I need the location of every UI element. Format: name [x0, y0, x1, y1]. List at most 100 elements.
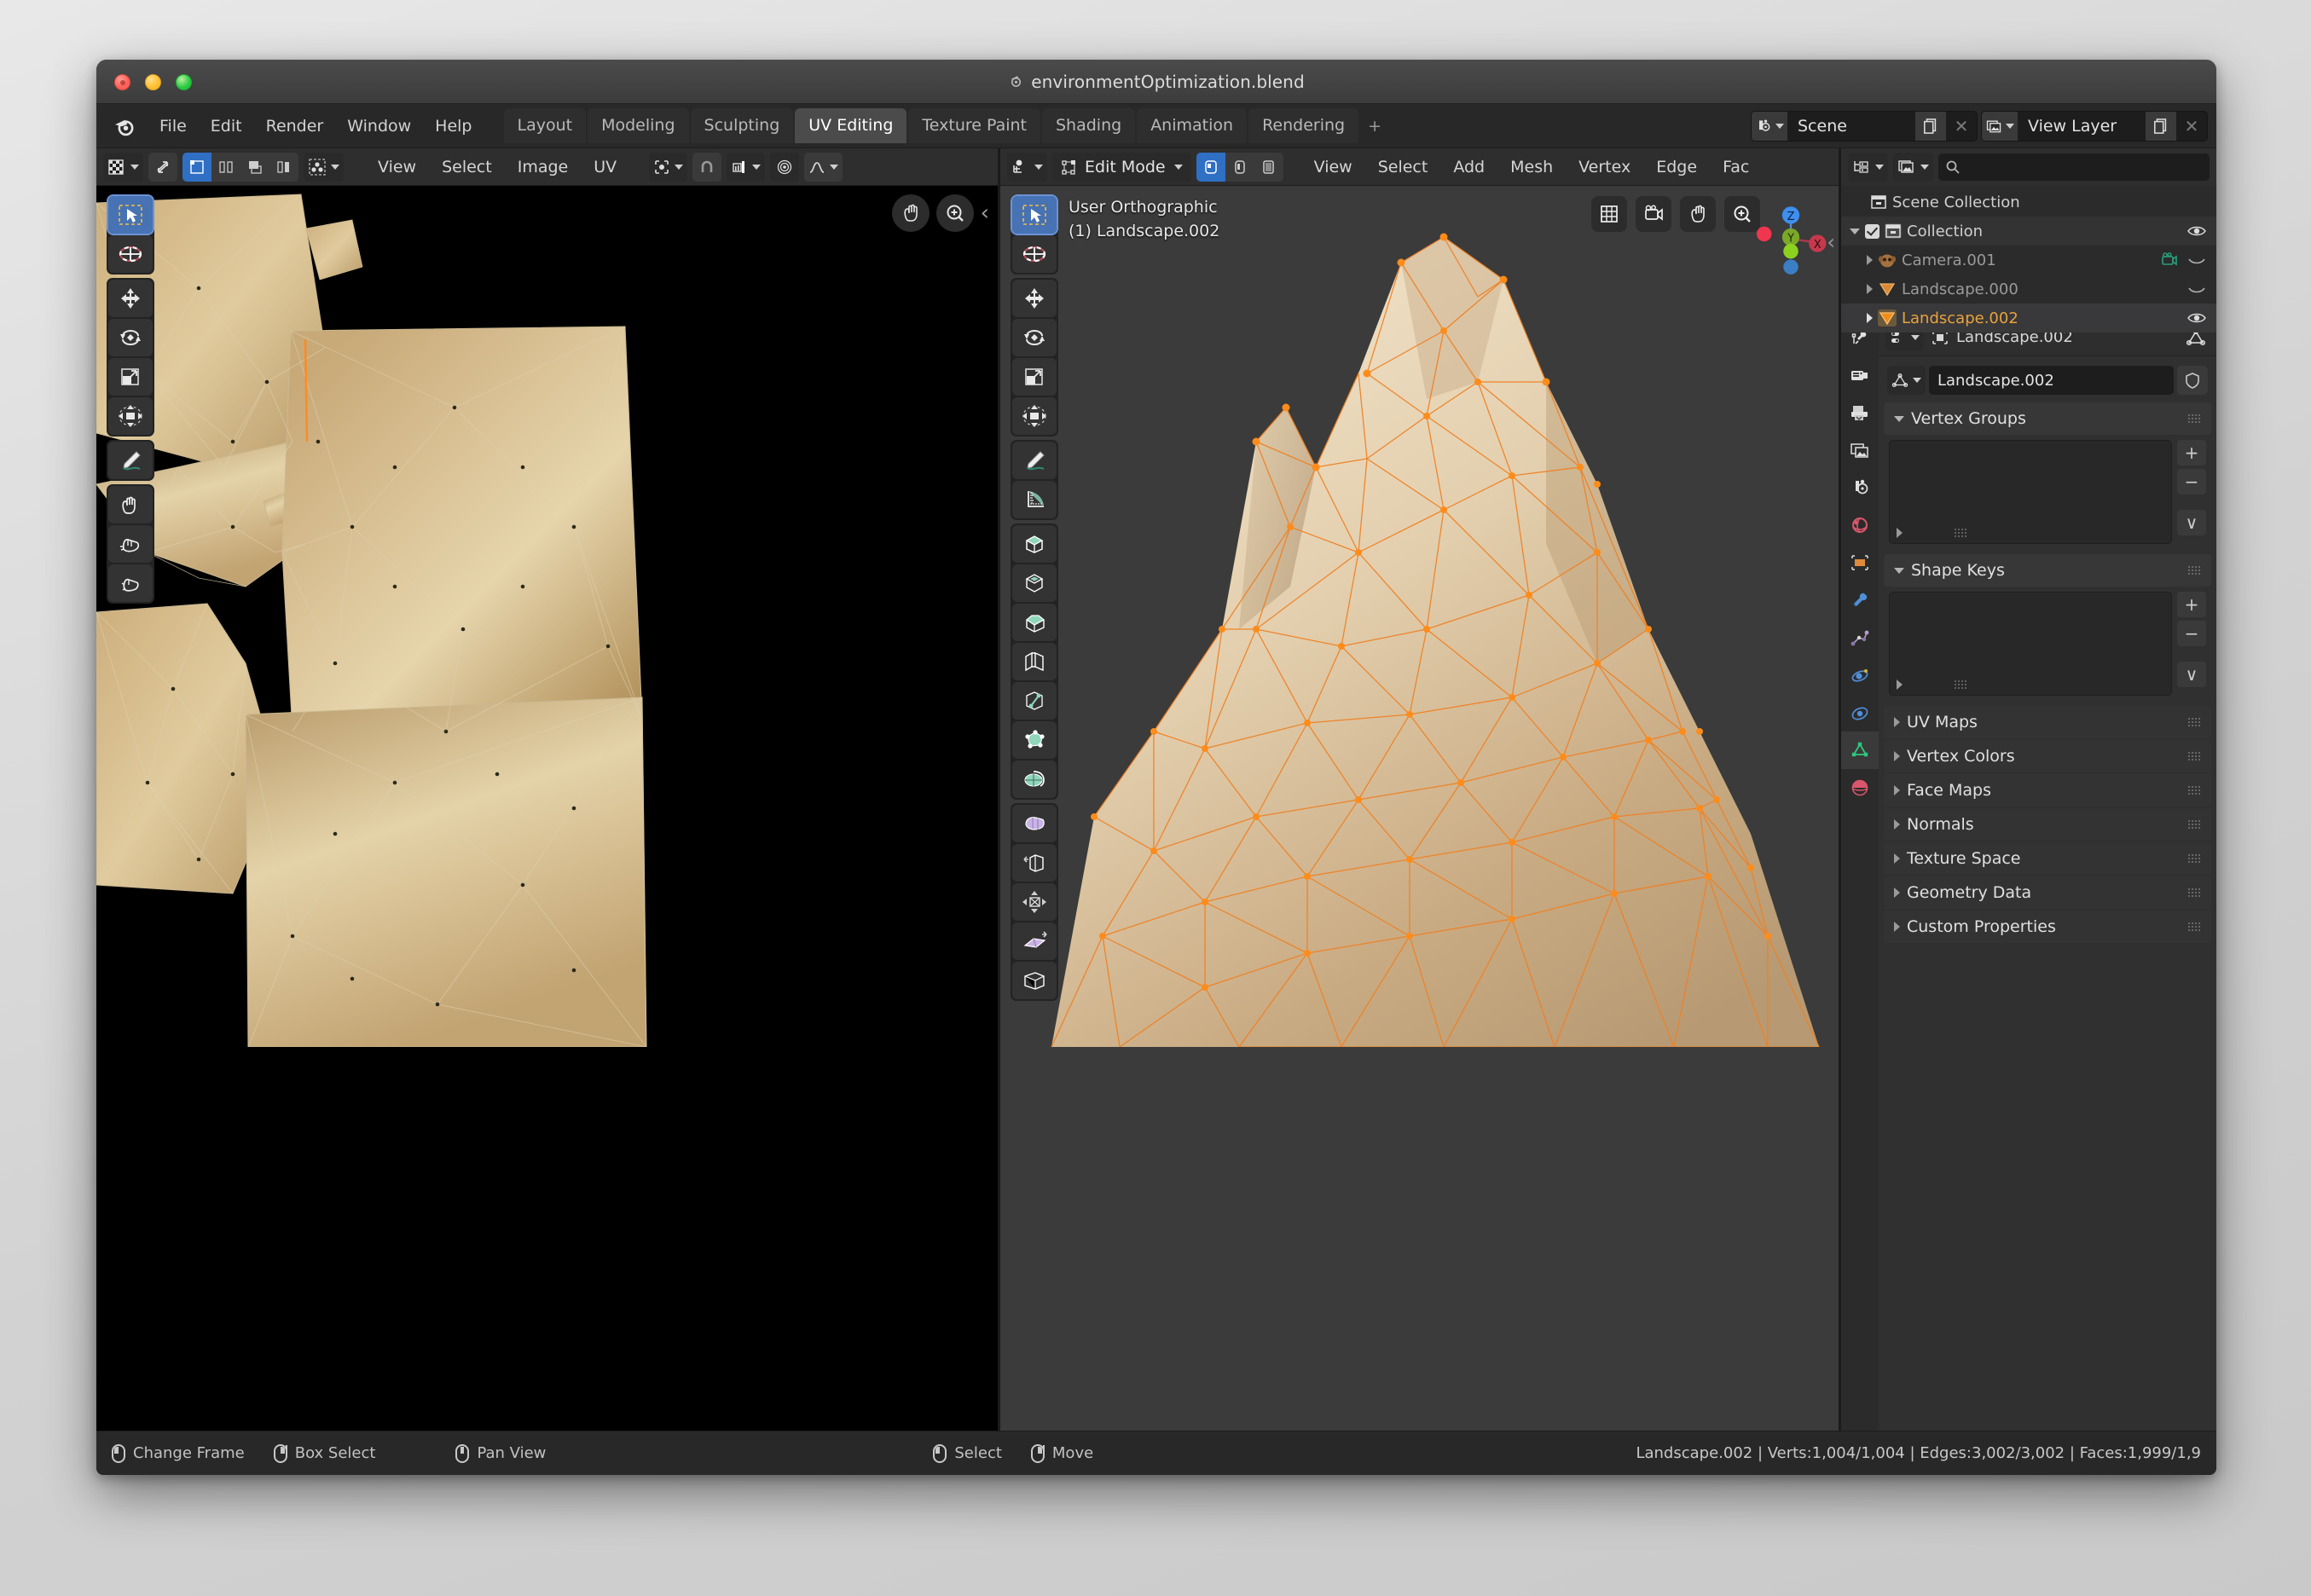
- remove-shape-key-button[interactable]: −: [2177, 621, 2206, 646]
- shape-key-specials-button[interactable]: ∨: [2177, 662, 2206, 687]
- workspace-tab-animation[interactable]: Animation: [1137, 108, 1248, 143]
- properties-tab-modifier[interactable]: [1841, 581, 1879, 619]
- vp-tool-poly-build[interactable]: [1012, 721, 1057, 759]
- uv-select-mode-island[interactable]: [269, 153, 298, 182]
- uv-editor-type-button[interactable]: [103, 152, 143, 182]
- remove-view-layer-button[interactable]: ✕: [2176, 112, 2207, 141]
- workspace-tab-texture-paint[interactable]: Texture Paint: [908, 108, 1040, 143]
- view-layer-icon[interactable]: [1982, 111, 2018, 141]
- uv-menu-uv[interactable]: UV: [583, 153, 627, 182]
- properties-tab-render[interactable]: [1841, 356, 1879, 394]
- vp-tool-extrude-region[interactable]: [1012, 525, 1057, 563]
- vp-tool-inset-faces[interactable]: [1012, 564, 1057, 602]
- mesh-data-name-field[interactable]: Landscape.002: [1929, 366, 2174, 395]
- viewport-sidebar-toggle[interactable]: ‹: [1827, 230, 1835, 254]
- vp-tool-loop-cut[interactable]: [1012, 643, 1057, 680]
- properties-tab-material[interactable]: [1841, 769, 1879, 807]
- uv-tool-rotate[interactable]: [108, 319, 153, 356]
- vp-tool-smooth[interactable]: [1012, 805, 1057, 842]
- eye-open-icon[interactable]: [2187, 311, 2206, 325]
- vp-tool-move[interactable]: [1012, 280, 1057, 317]
- workspace-tab-shading[interactable]: Shading: [1042, 108, 1136, 143]
- viewport-menu-vertex[interactable]: Vertex: [1568, 153, 1641, 182]
- scene-name[interactable]: Scene: [1787, 117, 1915, 136]
- uv-proportional-falloff-button[interactable]: [804, 152, 843, 182]
- properties-tab-physics[interactable]: [1841, 656, 1879, 694]
- vertex-groups-listbox[interactable]: [1889, 440, 2172, 544]
- view-layer-selector[interactable]: View Layer ✕: [1981, 110, 2208, 142]
- uv-tool-annotate[interactable]: [108, 442, 153, 479]
- mesh-select-mode-edge[interactable]: [1225, 153, 1254, 182]
- expander-closed-icon[interactable]: [1867, 255, 1873, 265]
- uv-tool-tweak[interactable]: [107, 194, 154, 235]
- eye-closed-icon[interactable]: [2187, 282, 2206, 296]
- shape-keys-listbox[interactable]: [1889, 592, 2172, 696]
- menu-file[interactable]: File: [148, 112, 199, 141]
- viewport-pan-view-icon[interactable]: [1680, 196, 1716, 232]
- expander-open-icon[interactable]: [1850, 228, 1860, 234]
- scene-icon[interactable]: [1752, 111, 1787, 141]
- listbox-grip-icon[interactable]: [1954, 679, 1967, 690]
- vp-tool-shrink-fatten[interactable]: [1012, 883, 1057, 921]
- uv-tool-grab[interactable]: [108, 486, 153, 523]
- uv-select-mode-vertex[interactable]: [182, 152, 211, 182]
- viewport-menu-edge[interactable]: Edge: [1646, 153, 1707, 182]
- menu-edit[interactable]: Edit: [199, 112, 254, 141]
- uv-menu-image[interactable]: Image: [507, 153, 579, 182]
- expander-closed-icon[interactable]: [1867, 313, 1873, 323]
- uv-sync-selection-button[interactable]: [148, 152, 177, 182]
- vp-tool-rip-region[interactable]: [1012, 962, 1057, 999]
- workspace-tab-layout[interactable]: Layout: [503, 108, 587, 143]
- workspace-add-button[interactable]: +: [1359, 110, 1390, 142]
- uv-tool-move[interactable]: [108, 280, 153, 317]
- uv-tool-transform[interactable]: [108, 397, 153, 435]
- mesh-select-mode-face[interactable]: [1254, 153, 1283, 182]
- collection-checkbox[interactable]: [1865, 223, 1879, 239]
- properties-tab-view-layer[interactable]: [1841, 431, 1879, 469]
- panel-header-geometry-data[interactable]: Geometry Data: [1884, 876, 2211, 909]
- panel-header-vertex-groups[interactable]: Vertex Groups: [1884, 402, 2211, 435]
- expander-closed-icon[interactable]: [1867, 284, 1873, 294]
- vp-tool-spin[interactable]: [1012, 760, 1057, 798]
- eye-open-icon[interactable]: [2187, 224, 2206, 238]
- viewport-axis-gizmo[interactable]: Z Y X: [1752, 200, 1830, 278]
- outliner-row-camera[interactable]: Camera.001: [1841, 246, 2216, 275]
- outliner-search-input[interactable]: [1938, 153, 2210, 181]
- vp-tool-transform[interactable]: [1012, 397, 1057, 435]
- vp-tool-annotate[interactable]: [1012, 442, 1057, 479]
- panel-header-custom-properties[interactable]: Custom Properties: [1884, 911, 2211, 943]
- scene-selector[interactable]: Scene ✕: [1751, 110, 1978, 142]
- outliner-row-landscape-000[interactable]: Landscape.000: [1841, 275, 2216, 304]
- panel-header-uv-maps[interactable]: UV Maps: [1884, 706, 2211, 738]
- uv-select-mode-edge[interactable]: [211, 153, 240, 182]
- outliner-display-mode-button[interactable]: [1848, 153, 1888, 182]
- viewport-menu-add[interactable]: Add: [1443, 153, 1495, 182]
- vp-tool-edge-slide[interactable]: [1012, 844, 1057, 882]
- blender-logo-icon[interactable]: [112, 113, 137, 139]
- panel-header-normals[interactable]: Normals: [1884, 808, 2211, 841]
- uv-pan-view-gizmo[interactable]: [891, 194, 930, 232]
- viewport-canvas[interactable]: User Orthographic (1) Landscape.002 Z Y …: [1000, 186, 1839, 1431]
- camera-view-icon[interactable]: [1636, 196, 1671, 232]
- uv-select-mode-group[interactable]: [182, 152, 298, 182]
- uv-snap-magnet-button[interactable]: [692, 152, 722, 182]
- unlink-scene-button[interactable]: ✕: [1946, 112, 1977, 141]
- menu-help[interactable]: Help: [423, 112, 484, 141]
- listbox-expander-icon[interactable]: [1897, 679, 1903, 690]
- menu-render[interactable]: Render: [254, 112, 336, 141]
- vp-tool-bevel[interactable]: [1012, 604, 1057, 641]
- uv-menu-select[interactable]: Select: [432, 153, 502, 182]
- view-layer-name[interactable]: View Layer: [2018, 117, 2146, 136]
- workspace-tab-sculpting[interactable]: Sculpting: [690, 108, 794, 143]
- uv-sticky-selection-button[interactable]: [304, 152, 344, 182]
- outliner-row-landscape-002[interactable]: Landscape.002: [1841, 304, 2216, 332]
- viewport-menu-mesh[interactable]: Mesh: [1500, 153, 1563, 182]
- vp-tool-cursor[interactable]: [1012, 235, 1057, 273]
- new-view-layer-button[interactable]: [2146, 111, 2176, 141]
- vertex-group-specials-button[interactable]: ∨: [2177, 510, 2206, 535]
- viewport-editor-type-button[interactable]: [1007, 152, 1047, 182]
- uv-tool-cursor[interactable]: [108, 235, 153, 273]
- uv-tool-pinch[interactable]: [108, 564, 153, 602]
- uv-select-mode-face[interactable]: [240, 153, 269, 182]
- uv-proportional-editing-button[interactable]: [770, 152, 800, 182]
